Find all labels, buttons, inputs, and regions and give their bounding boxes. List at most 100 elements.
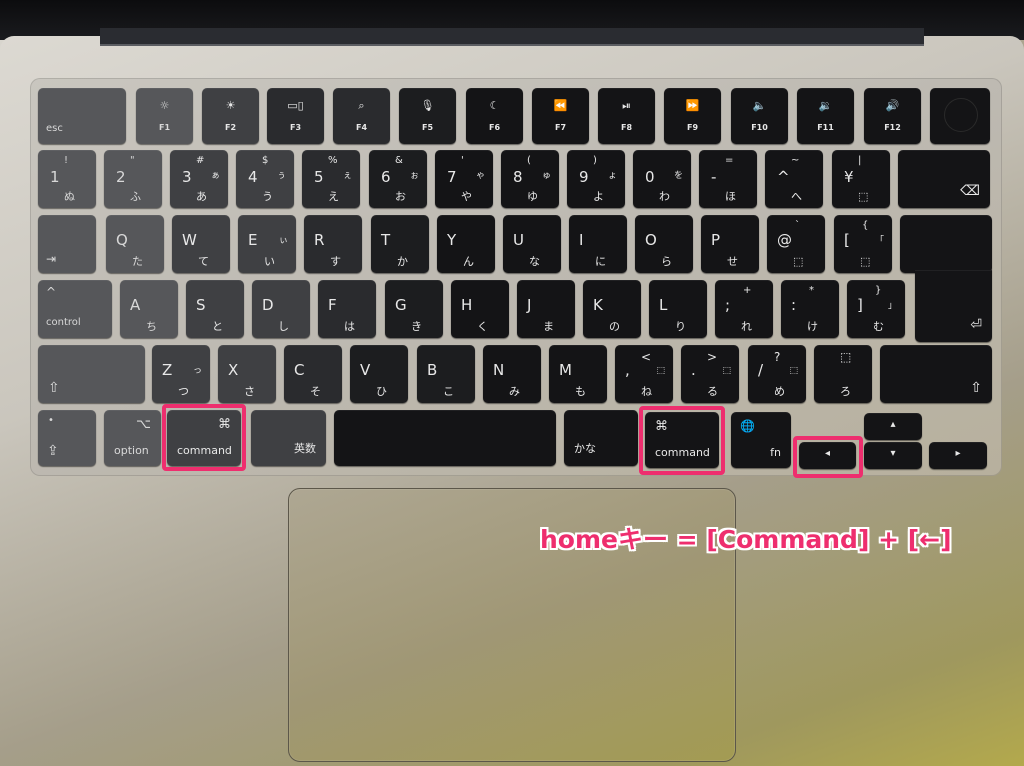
key-f12[interactable]: 🔊 F12 [864,88,921,144]
key-f2[interactable]: ☀ F2 [202,88,259,144]
key-option[interactable]: ⌥ option [104,410,161,466]
key-a[interactable]: Aち [120,280,178,338]
key-ro[interactable]: ⬚ ろ [814,345,872,403]
key-control[interactable]: ^ control [38,280,112,338]
key-kana: な [529,255,540,268]
key-kana: に [595,255,606,268]
key-C[interactable]: Cそ [284,345,342,403]
key-return-top[interactable] [900,215,992,273]
key-esc[interactable]: esc [38,88,126,144]
key-touch-id[interactable] [930,88,990,144]
key-7[interactable]: 7 ' やゃ [435,150,493,208]
key-arrow-right[interactable]: ▸ [929,442,987,469]
key-o[interactable]: Oら [635,215,693,273]
key-t[interactable]: Tか [371,215,429,273]
key-kana[interactable]: かな [564,410,638,466]
key-k[interactable]: Kの [583,280,641,338]
key-][interactable]: ]} む」 [847,280,905,338]
key-9[interactable]: 9) よょ [567,150,625,208]
key-.[interactable]: . > る ⬚ [681,345,739,403]
shift-icon: ⇧ [970,380,982,396]
key-i[interactable]: Iに [569,215,627,273]
key-[[interactable]: [{⬚ 「 [834,215,892,273]
key-^[interactable]: ^ ~ へ [765,150,823,208]
key-5[interactable]: 5% えぇ [302,150,360,208]
key-3[interactable]: 3 # あぁ [170,150,228,208]
key-f4[interactable]: ⌕ F4 [333,88,390,144]
key-;[interactable]: ; + れ [715,280,773,338]
key-main: Q [116,231,128,249]
key-0[interactable]: 0わを [633,150,691,208]
fn-icon-11: 🔉 [818,99,833,112]
key-r[interactable]: Rす [304,215,362,273]
key-y[interactable]: Yん [437,215,495,273]
key-,[interactable]: , < ね ⬚ [615,345,673,403]
key-shift-left[interactable]: ⇧ [38,345,145,403]
key-kana: て [198,255,209,268]
control-icon: ^ [46,285,57,299]
key-X[interactable]: Xさ [218,345,276,403]
key-caps-lock[interactable]: • ⇪ [38,410,96,466]
key-f5[interactable]: 🎙 F5 [399,88,456,144]
key-h[interactable]: Hく [451,280,509,338]
key-f8[interactable]: ⏯ F8 [598,88,655,144]
key-/[interactable]: /? め ⬚ [748,345,806,403]
key-f1[interactable]: ☼ F1 [136,88,193,144]
key-main: ; [725,296,731,314]
key-u[interactable]: Uな [503,215,561,273]
key-:[interactable]: : * け [781,280,839,338]
key-j[interactable]: Jま [517,280,575,338]
key-w[interactable]: Wて [172,215,230,273]
key-p[interactable]: Pせ [701,215,759,273]
key-s[interactable]: Sと [186,280,244,338]
key-f6[interactable]: ☾ F6 [466,88,523,144]
key-shift: < [641,350,652,364]
key-shift: # [196,155,205,166]
key-kana: る [707,385,718,398]
key-f11[interactable]: 🔉 F11 [797,88,854,144]
key-main: , [625,361,630,379]
key-fn[interactable]: 🌐 fn [731,412,791,468]
key-4[interactable]: 4 $ うぅ [236,150,294,208]
key-eisu[interactable]: 英数 [251,410,326,466]
key-kana: ほ [725,190,736,203]
key-g[interactable]: Gき [385,280,443,338]
key-V[interactable]: Vひ [350,345,408,403]
key-2[interactable]: 2 " ふ [104,150,162,208]
key-B[interactable]: Bこ [417,345,475,403]
key-f[interactable]: Fは [318,280,376,338]
key-1[interactable]: 1! ぬ [38,150,96,208]
key-return[interactable]: ⏎ [915,270,992,342]
key-N[interactable]: Nみ [483,345,541,403]
key-main: 3 [182,168,192,186]
key-M[interactable]: Mも [549,345,607,403]
key-6[interactable]: 6 & おぉ [369,150,427,208]
key-main: R [314,231,325,249]
key-q[interactable]: Qた [106,215,164,273]
key-label: fn [770,446,781,459]
key-¥[interactable]: ¥ | ⬚ [832,150,890,208]
key-shift: + [743,285,752,296]
key-delete[interactable]: ⌫ [898,150,990,208]
key-l[interactable]: Lり [649,280,707,338]
key-arrow-up[interactable]: ▴ [864,413,922,440]
key-f3[interactable]: ▭▯ F3 [267,88,324,144]
key-space[interactable] [334,410,556,466]
key-kana: ち [146,320,157,333]
key-8[interactable]: 8 (ゆゅ [501,150,559,208]
key-shift: ? [774,350,781,364]
key-shift-right[interactable]: ⇧ [880,345,992,403]
key-main: W [182,231,197,249]
key-f10[interactable]: 🔈 F10 [731,88,788,144]
key-tab[interactable]: ⇥ [38,215,96,273]
key-shift: { [862,220,869,231]
key--[interactable]: - = ほ [699,150,757,208]
key-e[interactable]: Eいぃ [238,215,296,273]
key-@[interactable]: @ ` ⬚ [767,215,825,273]
key-arrow-down[interactable]: ▾ [864,442,922,469]
key-Z[interactable]: Zつっ [152,345,210,403]
key-f9[interactable]: ⏩ F9 [664,88,721,144]
key-f7[interactable]: ⏪ F7 [532,88,589,144]
key-d[interactable]: Dし [252,280,310,338]
key-kana: ま [543,320,554,333]
